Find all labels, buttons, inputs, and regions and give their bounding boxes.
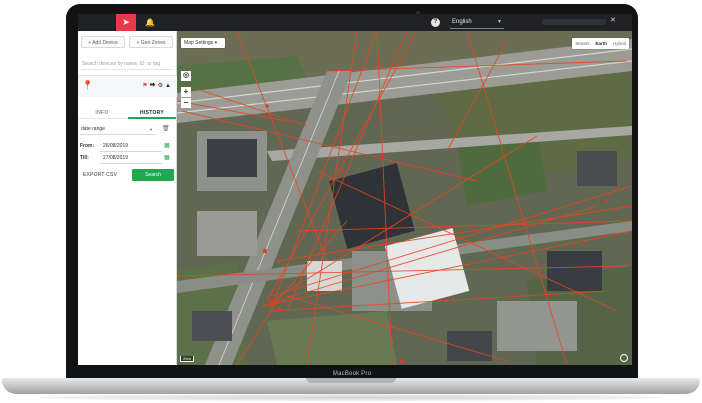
map-type-switcher: Streets Earth Hybrid	[572, 38, 629, 49]
tab-history[interactable]: HISTORY	[128, 109, 176, 119]
top-bar: ➤ 🔔 ? English ▼ ✕	[78, 14, 632, 31]
aerial-imagery	[177, 31, 632, 365]
laptop-shadow	[40, 394, 662, 401]
zoom-out-button[interactable]: −	[181, 98, 191, 108]
map-scale: 20m	[180, 356, 194, 362]
date-range-select[interactable]: date range	[80, 124, 156, 135]
search-button[interactable]: Search	[132, 169, 174, 181]
geo-zones-button[interactable]: + Geo Zones	[129, 36, 173, 48]
from-date-input[interactable]: 26/08/2019	[100, 141, 162, 152]
navigation-arrow-icon[interactable]: ➤	[116, 14, 136, 31]
device-search-input[interactable]: Search devices by name, ID, or tag	[80, 58, 174, 70]
locate-icon[interactable]: ◎	[181, 71, 191, 81]
bell-icon[interactable]: 🔔	[142, 14, 158, 31]
user-menu[interactable]	[542, 19, 606, 25]
device-actions: ⚑⮕⚙▲	[142, 80, 173, 89]
till-date-input[interactable]: 27/08/2019	[100, 153, 162, 164]
laptop-brand: MacBook Pro	[332, 371, 372, 377]
app-screen: ➤ 🔔 ? English ▼ ✕ + Add Device + Geo Zon…	[78, 14, 632, 365]
from-date-row: From: 26/08/2019 ▦	[78, 141, 177, 152]
trash-icon[interactable]: 🗑	[162, 125, 170, 132]
zoom-in-button[interactable]: +	[181, 87, 191, 97]
from-label: From:	[80, 143, 95, 149]
calendar-icon[interactable]: ▦	[164, 153, 170, 163]
language-select[interactable]: English ▼	[450, 16, 504, 29]
chevron-down-icon: ▼	[149, 127, 153, 132]
flag-icon[interactable]: ⚑	[142, 83, 149, 89]
till-label: Till:	[80, 155, 89, 161]
till-date-row: Till: 27/08/2019 ▦	[78, 153, 177, 164]
help-icon[interactable]: ?	[431, 18, 440, 27]
satellite-map[interactable]: Map Settings ▾ Streets Earth Hybrid ◎ + …	[177, 31, 632, 365]
add-device-button[interactable]: + Add Device	[81, 36, 125, 48]
device-tabs: INFO HISTORY	[78, 109, 177, 119]
share-icon[interactable]: ⮕	[150, 83, 158, 89]
export-csv-button[interactable]: EXPORT CSV	[80, 169, 128, 181]
language-value: English	[452, 19, 472, 25]
close-icon[interactable]: ✕	[610, 16, 616, 24]
calendar-icon[interactable]: ▦	[164, 141, 170, 151]
laptop-notch	[306, 378, 396, 383]
device-item[interactable]: 📍 ⚑⮕⚙▲	[78, 75, 177, 97]
map-type-streets[interactable]: Streets	[572, 38, 592, 49]
laptop-mockup: MacBook Pro ➤ 🔔 ? English ▼ ✕ + Add Devi…	[0, 0, 702, 403]
tab-info[interactable]: INFO	[78, 109, 126, 119]
map-settings-button[interactable]: Map Settings ▾	[181, 38, 225, 48]
chevron-up-icon[interactable]: ▲	[165, 83, 173, 89]
map-type-hybrid[interactable]: Hybrid	[610, 38, 629, 49]
map-type-earth[interactable]: Earth	[592, 38, 610, 49]
compass-icon[interactable]	[620, 354, 628, 362]
gear-icon[interactable]: ⚙	[158, 83, 165, 89]
sidebar: + Add Device + Geo Zones Search devices …	[78, 31, 177, 365]
chevron-down-icon: ▼	[497, 19, 502, 25]
map-pin-icon: 📍	[82, 80, 94, 90]
